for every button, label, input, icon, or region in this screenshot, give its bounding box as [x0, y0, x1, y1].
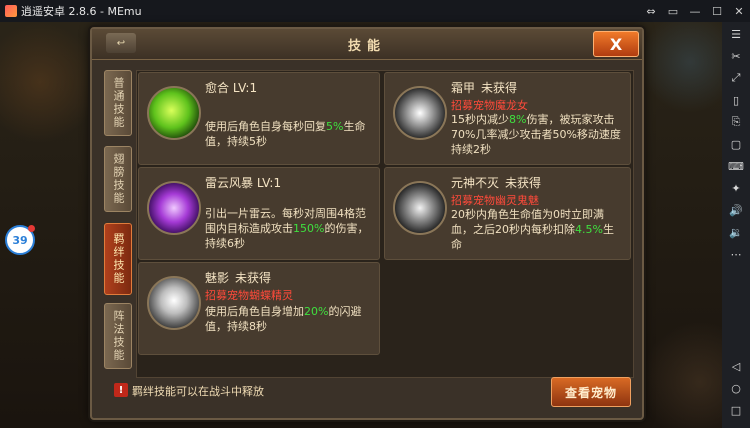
- dialog-title: 技能: [347, 39, 386, 54]
- skills-dialog: ↩ 技能 X 普通技能 翅膀技能 羁绊技能 阵法技能 愈合 LV:1 使用后角色…: [90, 27, 644, 420]
- footer-hint: 羁绊技能可以在战斗中释放: [132, 385, 264, 398]
- notification-dot: [28, 225, 35, 232]
- skill-description: 使用后角色自身增加20%的闪避值，持续8秒: [205, 305, 362, 333]
- recent-apps-icon[interactable]: □: [722, 400, 750, 420]
- skill-description: 使用后角色自身每秒回复5%生命值，持续5秒: [205, 120, 366, 148]
- badge-label: 39: [12, 233, 28, 247]
- menu-icon[interactable]: ☰: [722, 24, 750, 44]
- skill-status: 未获得: [235, 271, 272, 285]
- skill-source: 招募宠物魔龙女: [451, 99, 528, 112]
- toggle-layout-icon[interactable]: ⇔: [640, 0, 662, 22]
- minimize-icon[interactable]: —: [684, 0, 706, 22]
- skill-status: 未获得: [505, 176, 542, 190]
- volume-up-icon[interactable]: 🔊: [722, 200, 750, 220]
- emulator-title-bar: 逍遥安卓 2.8.6 - MEmu ⇔ ▭ — ☐ ✕: [0, 0, 750, 22]
- maximize-icon[interactable]: ☐: [706, 0, 728, 22]
- tab-bond-skills[interactable]: 羁绊技能: [104, 223, 132, 295]
- frost-armor-icon: [393, 86, 447, 140]
- home-icon[interactable]: ○: [722, 378, 750, 398]
- minimize-to-tray-icon[interactable]: ▭: [662, 0, 684, 22]
- skill-name: 雷云风暴 LV:1: [205, 176, 282, 190]
- volume-down-icon[interactable]: 🔉: [722, 222, 750, 242]
- memu-app-icon: [5, 5, 17, 17]
- keyboard-icon[interactable]: ⌨: [722, 156, 750, 176]
- back-icon[interactable]: ◁: [722, 356, 750, 376]
- skills-panel: 愈合 LV:1 使用后角色自身每秒回复5%生命值，持续5秒 霜甲 未获得 招募宠物…: [136, 70, 634, 378]
- warning-icon: !: [114, 383, 128, 397]
- heal-icon: [147, 86, 201, 140]
- tab-normal-skills[interactable]: 普通技能: [104, 70, 132, 136]
- emulator-sidebar: ☰ ✂ ⤢ ▯ ⎘ ▢ ⌨ ✦ 🔊 🔉 ⋯ ◁ ○ □: [722, 22, 750, 428]
- skill-description: 20秒内角色生命值为0时立即满血，之后20秒内每秒扣除4.5%生命: [451, 208, 614, 251]
- skill-card-heal[interactable]: 愈合 LV:1 使用后角色自身每秒回复5%生命值，持续5秒: [138, 72, 380, 165]
- thunder-storm-icon: [147, 181, 201, 235]
- skill-name: 霜甲 未获得: [451, 81, 518, 95]
- skill-source: 招募宠物蝴蝶精灵: [205, 289, 293, 302]
- skill-name: 魅影 未获得: [205, 271, 272, 285]
- skill-status: 未获得: [481, 81, 518, 95]
- apk-icon[interactable]: ✦: [722, 178, 750, 198]
- view-pet-button[interactable]: 查看宠物: [551, 377, 631, 407]
- dialog-header: ↩ 技能 X: [92, 29, 642, 60]
- skill-card-spirit[interactable]: 元神不灭 未获得 招募宠物幽灵鬼魅 20秒内角色生命值为0时立即满血，之后20秒内…: [384, 167, 631, 260]
- floating-assistant-badge[interactable]: 39: [5, 225, 35, 255]
- skill-source: 招募宠物幽灵鬼魅: [451, 194, 539, 207]
- skill-description: 引出一片雷云。每秒对周围4格范围内目标造成攻击150%的伤害，持续6秒: [205, 207, 369, 250]
- skill-description: 15秒内减少8%伤害，被玩家攻击70%几率减少攻击者50%移动速度持续2秒: [451, 113, 621, 156]
- close-button[interactable]: X: [593, 31, 639, 57]
- more-icon[interactable]: ⋯: [722, 244, 750, 264]
- expand-icon[interactable]: ⤢: [722, 68, 750, 88]
- window-title: 逍遥安卓 2.8.6 - MEmu: [21, 5, 142, 18]
- close-icon: X: [609, 34, 623, 54]
- window-controls: ⇔ ▭ — ☐ ✕: [640, 0, 750, 22]
- window-icon[interactable]: ▢: [722, 134, 750, 154]
- screenshot-icon[interactable]: ⎘: [722, 112, 750, 132]
- shadow-icon: [147, 276, 201, 330]
- tab-formation-skills[interactable]: 阵法技能: [104, 303, 132, 369]
- spirit-icon: [393, 181, 447, 235]
- phone-rotate-icon[interactable]: ▯: [722, 90, 750, 110]
- skill-card-shadow[interactable]: 魅影 未获得 招募宠物蝴蝶精灵 使用后角色自身增加20%的闪避值，持续8秒: [138, 262, 380, 355]
- scissors-icon[interactable]: ✂: [722, 46, 750, 66]
- skill-card-frost-armor[interactable]: 霜甲 未获得 招募宠物魔龙女 15秒内减少8%伤害，被玩家攻击70%几率减少攻击者…: [384, 72, 631, 165]
- close-window-icon[interactable]: ✕: [728, 0, 750, 22]
- tab-wing-skills[interactable]: 翅膀技能: [104, 146, 132, 212]
- skill-card-thunder-storm[interactable]: 雷云风暴 LV:1 引出一片雷云。每秒对周围4格范围内目标造成攻击150%的伤害…: [138, 167, 380, 260]
- skill-name: 元神不灭 未获得: [451, 176, 542, 190]
- skill-name: 愈合 LV:1: [205, 81, 258, 95]
